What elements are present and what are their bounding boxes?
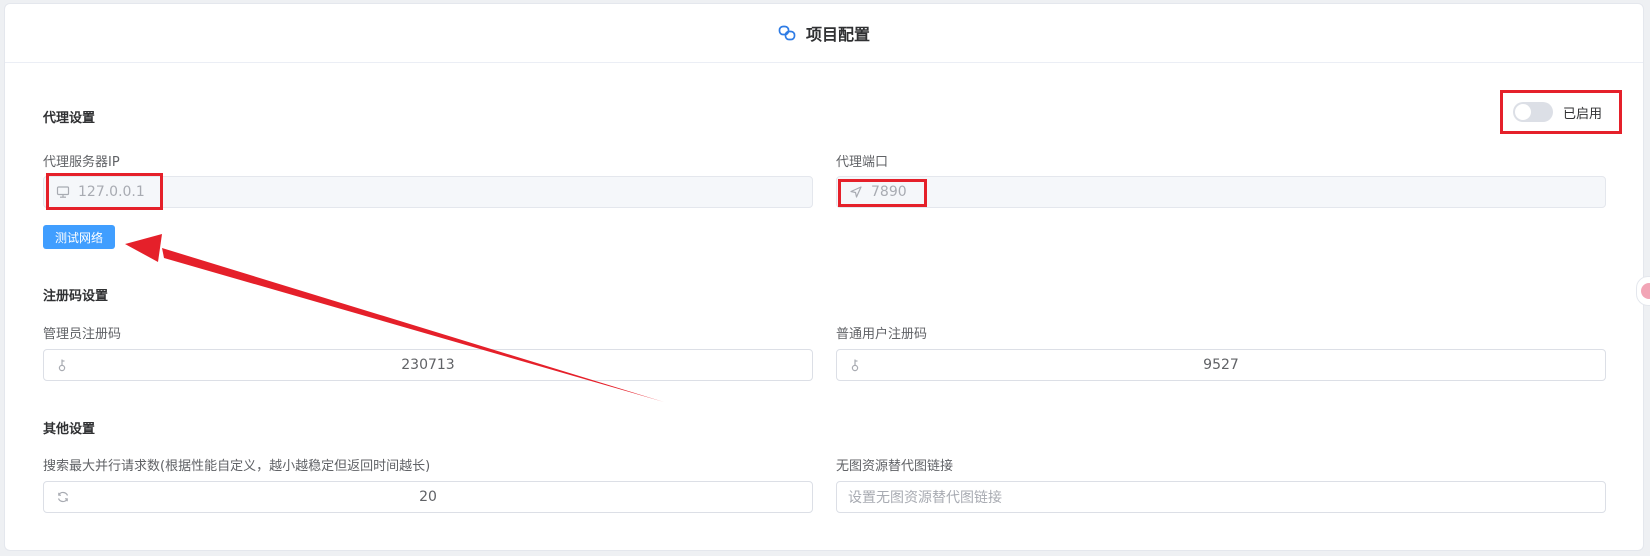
switch-knob [1515,104,1531,120]
key-icon [56,358,70,372]
proxy-enable-switch[interactable] [1513,102,1553,122]
proxy-ip-input[interactable]: 127.0.0.1 [43,176,813,208]
admin-code-input[interactable]: 230713 [43,349,813,381]
card-header: 项目配置 [5,4,1643,63]
test-network-button[interactable]: 测试网络 [43,225,115,249]
proxy-port-value: 7890 [871,184,907,200]
fallback-image-placeholder: 设置无图资源替代图链接 [848,490,1002,506]
link-icon [778,24,796,42]
user-code-label: 普通用户注册码 [836,327,928,342]
side-float-handle[interactable] [1636,276,1650,306]
proxy-section-title: 代理设置 [43,111,96,126]
proxy-enable-label: 已启用 [1563,106,1603,122]
navigation-icon [849,185,863,199]
proxy-port-input[interactable]: 7890 [836,176,1606,208]
page-title: 项目配置 [805,25,870,44]
concurrency-input[interactable]: 20 [43,481,813,513]
other-section-title: 其他设置 [43,422,96,437]
fallback-image-input[interactable]: 设置无图资源替代图链接 [836,481,1606,513]
fallback-image-label: 无图资源替代图链接 [836,459,954,474]
card-title-wrap: 项目配置 [778,21,870,45]
user-code-value: 9527 [1203,357,1239,373]
admin-code-label: 管理员注册码 [43,327,122,342]
register-section-title: 注册码设置 [43,289,109,304]
proxy-port-label: 代理端口 [836,155,889,170]
proxy-enable-highlight: 已启用 [1500,90,1622,134]
monitor-icon [56,185,70,199]
concurrency-value: 20 [419,489,437,505]
refresh-icon [56,490,70,504]
key-icon [849,358,863,372]
proxy-ip-label: 代理服务器IP [43,155,120,170]
proxy-ip-value: 127.0.0.1 [78,184,145,200]
float-widget-icon [1641,283,1650,299]
user-code-input[interactable]: 9527 [836,349,1606,381]
admin-code-value: 230713 [401,357,455,373]
concurrency-label: 搜索最大并行请求数(根据性能自定义，越小越稳定但返回时间越长) [43,459,431,474]
